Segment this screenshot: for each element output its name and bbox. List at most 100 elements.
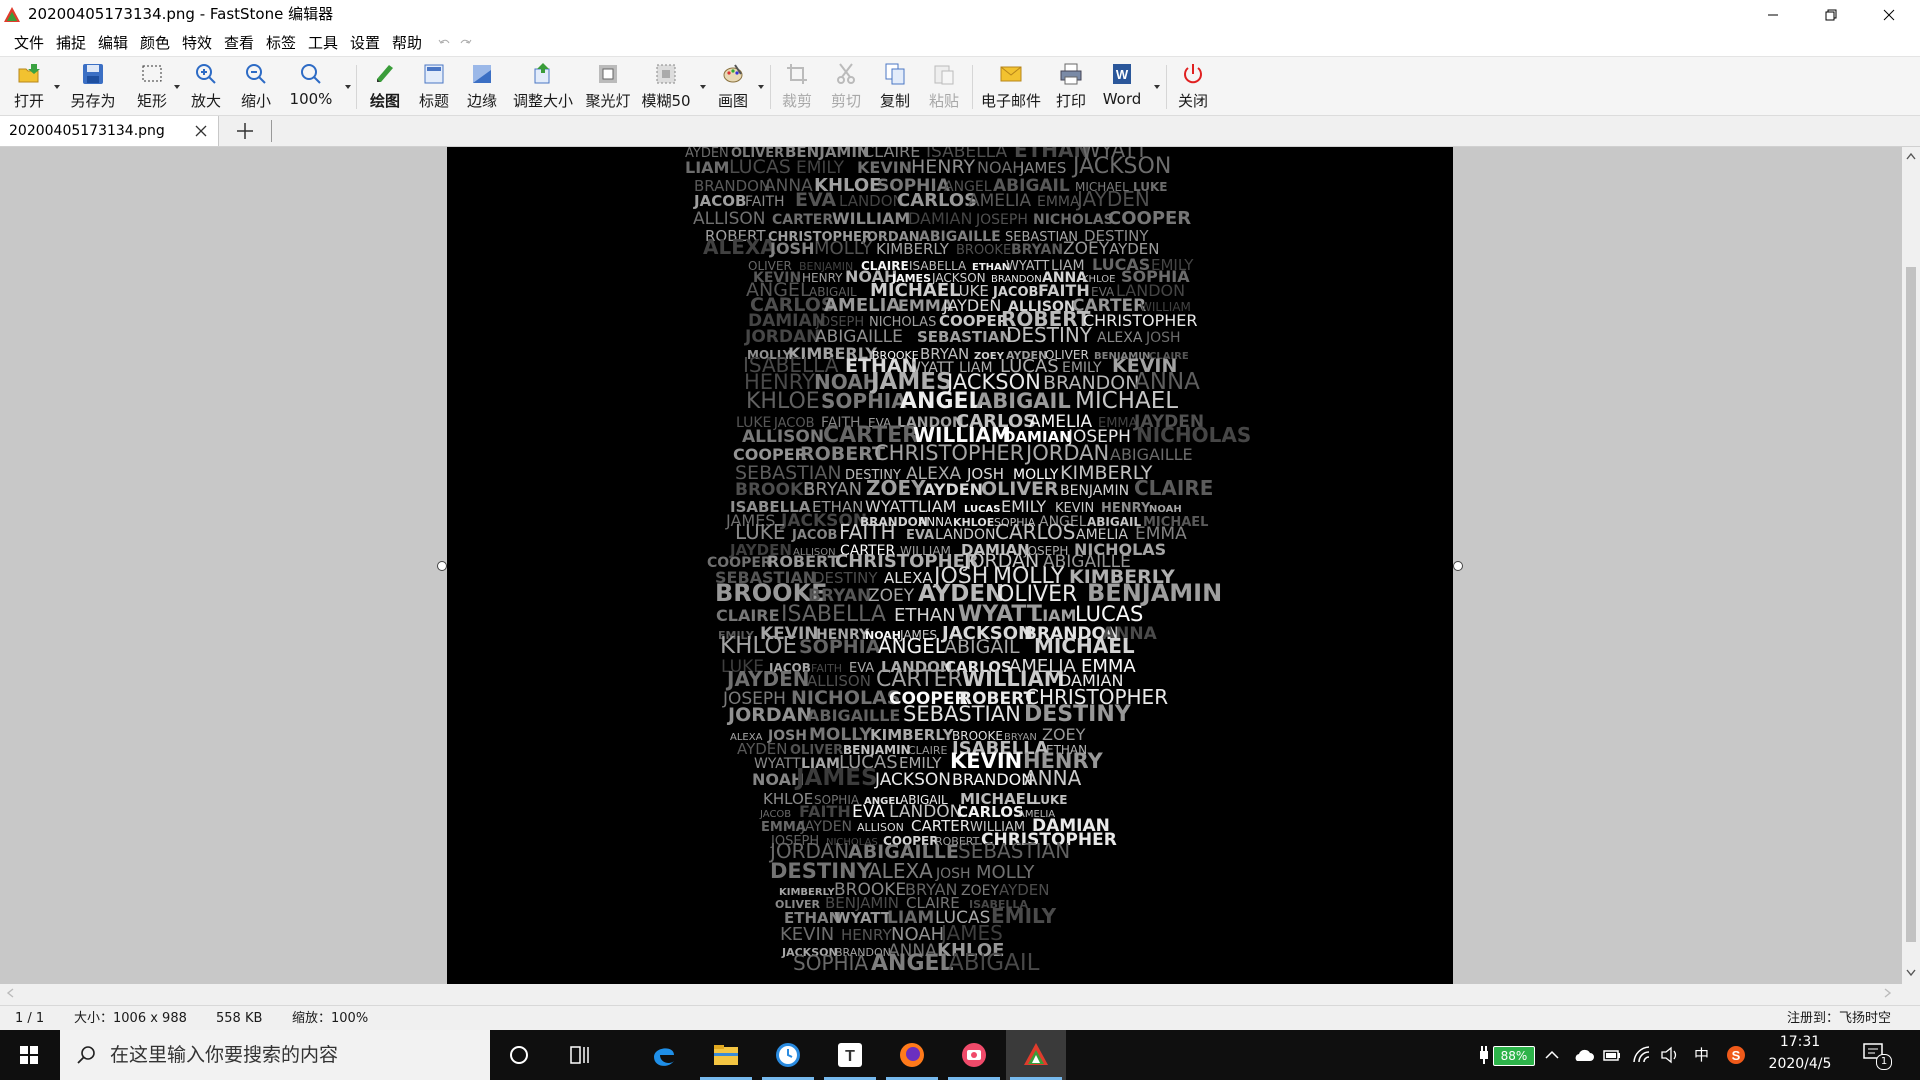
close-window-button[interactable]	[1860, 0, 1918, 30]
blur-button[interactable]: 模糊50	[640, 57, 692, 115]
redo-icon[interactable]	[460, 37, 472, 49]
menu-effects[interactable]: 特效	[182, 30, 212, 56]
word-button[interactable]: W Word	[1098, 57, 1146, 115]
caption-icon	[424, 64, 444, 84]
camera-app-icon	[962, 1043, 986, 1067]
tab-image[interactable]: 20200405173134.png	[0, 116, 219, 146]
clock-time[interactable]: 17:31	[1768, 1034, 1832, 1050]
menu-help[interactable]: 帮助	[392, 30, 422, 56]
image-canvas[interactable]: AYDEN OLIVER BENJAMIN CLAIRE ISABELLA ETHAN WY…	[447, 147, 1453, 984]
menu-view[interactable]: 查看	[224, 30, 254, 56]
canvas-dropdown[interactable]	[758, 85, 764, 89]
scroll-left-icon[interactable]	[6, 988, 14, 998]
edge-button[interactable]: 边缘	[461, 57, 503, 115]
menu-edit[interactable]: 编辑	[98, 30, 128, 56]
blur-dropdown[interactable]	[700, 85, 706, 89]
portrait-name-word: AYDEN	[999, 881, 1050, 899]
taskbar-search-box[interactable]: 在这里输入你要搜索的内容	[60, 1030, 490, 1080]
task-view-button[interactable]	[551, 1030, 611, 1080]
menu-settings[interactable]: 设置	[350, 30, 380, 56]
portrait-name-word: KHLOE	[746, 389, 820, 414]
add-tab-icon[interactable]	[232, 119, 258, 143]
taskbar-typora[interactable]: T	[820, 1030, 880, 1080]
title-bar: 20200405173134.png - FastStone 编辑器	[0, 0, 1920, 30]
copy-button[interactable]: 复制	[874, 57, 916, 115]
battery-tray-icon[interactable]	[1603, 1047, 1621, 1063]
scroll-up-icon[interactable]	[1906, 152, 1916, 160]
portrait-name-word: CLAIRE	[716, 606, 780, 625]
cortana-button[interactable]	[490, 1030, 550, 1080]
menu-tools[interactable]: 工具	[308, 30, 338, 56]
horizontal-scrollbar[interactable]	[0, 984, 1902, 1002]
portrait-name-word: NICHOLAS	[1136, 423, 1251, 447]
portrait-name-word: JACOB	[693, 192, 746, 210]
caption-button[interactable]: 标题	[413, 57, 455, 115]
taskbar-faststone[interactable]	[1006, 1030, 1066, 1080]
canvas-area[interactable]: AYDEN OLIVER BENJAMIN CLAIRE ISABELLA ETHAN WY…	[0, 147, 1902, 984]
print-button[interactable]: 打印	[1050, 57, 1092, 115]
battery-indicator[interactable]: 88%	[1493, 1046, 1535, 1066]
resize-button[interactable]: 调整大小	[510, 57, 576, 115]
vertical-scroll-thumb[interactable]	[1906, 267, 1916, 942]
portrait-name-word: JORDAN	[726, 704, 812, 726]
restore-button[interactable]	[1802, 0, 1860, 30]
blur-icon	[656, 64, 676, 84]
page-indicator: 1 / 1	[15, 1011, 45, 1026]
zoom-in-button[interactable]: 放大	[186, 57, 226, 115]
scroll-right-icon[interactable]	[1884, 988, 1892, 998]
portrait-name-word: MOLLY	[814, 238, 873, 259]
taskbar-edge[interactable]	[634, 1030, 694, 1080]
menu-tags[interactable]: 标签	[266, 30, 296, 56]
power-icon	[1184, 64, 1202, 84]
portrait-name-word: LUCAS	[1075, 602, 1143, 626]
vertical-scrollbar[interactable]	[1902, 147, 1920, 984]
input-method-indicator[interactable]: 中	[1694, 1030, 1709, 1080]
open-button[interactable]: 打开	[6, 57, 52, 115]
open-dropdown[interactable]	[54, 85, 60, 89]
canvas-paint-button[interactable]: 画图	[712, 57, 754, 115]
menu-file[interactable]: 文件	[14, 30, 44, 56]
portrait-name-word: SOPHIA	[799, 636, 881, 658]
rectangle-dropdown[interactable]	[174, 85, 180, 89]
resize-handle-left[interactable]	[437, 561, 447, 571]
draw-button[interactable]: 绘图	[364, 57, 406, 115]
menu-color[interactable]: 颜色	[140, 30, 170, 56]
zoom-100-button[interactable]: 100%	[286, 57, 336, 115]
close-tab-icon[interactable]	[194, 124, 208, 138]
portrait-name-word: SOPHIA	[821, 389, 907, 413]
spotlight-icon	[599, 65, 617, 83]
taskbar-file-explorer[interactable]	[696, 1030, 756, 1080]
zoom-out-button[interactable]: 缩小	[236, 57, 276, 115]
sogou-input-icon[interactable]: S	[1726, 1045, 1746, 1065]
resize-handle-right[interactable]	[1453, 561, 1463, 571]
undo-icon[interactable]	[438, 37, 450, 49]
close-image-button[interactable]: 关闭	[1172, 57, 1214, 115]
edge-browser-icon	[654, 1048, 674, 1066]
scroll-down-icon[interactable]	[1906, 969, 1916, 977]
taskbar-screen-recorder[interactable]	[944, 1030, 1004, 1080]
menu-capture[interactable]: 捕捉	[56, 30, 86, 56]
portrait-name-word: ABIGAIL	[944, 636, 1020, 658]
volume-icon[interactable]	[1660, 1045, 1680, 1065]
wifi-icon[interactable]	[1632, 1045, 1652, 1065]
spotlight-button[interactable]: 聚光灯	[582, 57, 634, 115]
minimize-button[interactable]	[1744, 0, 1802, 30]
email-button[interactable]: 电子邮件	[978, 57, 1044, 115]
paste-button[interactable]: 粘贴	[923, 57, 965, 115]
crop-button[interactable]: 裁剪	[776, 57, 818, 115]
taskbar-clock-app[interactable]	[758, 1030, 818, 1080]
rectangle-select-button[interactable]: 矩形	[128, 57, 176, 115]
onedrive-cloud-icon[interactable]	[1572, 1047, 1594, 1063]
word-dropdown[interactable]	[1154, 85, 1160, 89]
toolbar: 打开 另存为 矩形 放大 缩小 100% 绘图 标题 边缘 调整大小 聚光灯 模…	[0, 57, 1920, 116]
action-center-button[interactable]: 1	[1862, 1042, 1892, 1070]
taskbar-firefox[interactable]	[882, 1030, 942, 1080]
clock-date[interactable]: 2020/4/5	[1768, 1056, 1832, 1072]
zoom-dropdown[interactable]	[345, 85, 351, 89]
power-plug-icon[interactable]	[1478, 1045, 1490, 1065]
show-hidden-icons-icon[interactable]	[1544, 1047, 1560, 1063]
cut-button[interactable]: 剪切	[825, 57, 867, 115]
save-as-button[interactable]: 另存为	[66, 57, 120, 115]
start-button[interactable]	[0, 1030, 58, 1080]
portrait-name-word: CARTER	[772, 212, 833, 228]
